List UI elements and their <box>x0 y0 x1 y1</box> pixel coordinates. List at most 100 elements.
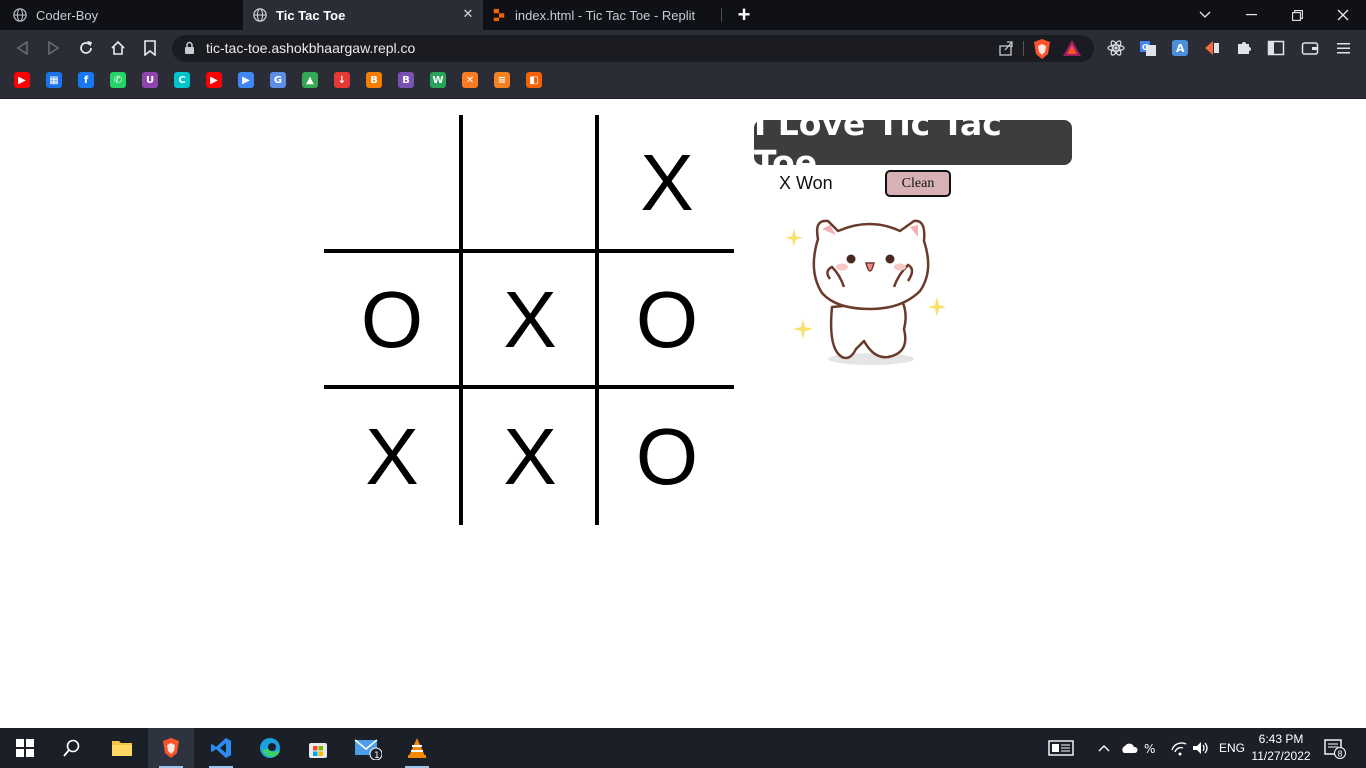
news-widget-button[interactable] <box>1048 728 1074 768</box>
brave-taskbar-button[interactable] <box>148 728 194 768</box>
board-cell[interactable]: X <box>324 389 460 525</box>
store-icon <box>309 743 327 758</box>
puzzle-icon <box>1238 42 1251 54</box>
brave-rewards-icon[interactable] <box>1062 39 1082 57</box>
replit-icon[interactable]: ◧ <box>526 72 542 88</box>
address-bar[interactable]: tic-tac-toe.ashokbhaargaw.repl.co <box>172 35 1094 62</box>
menu-button[interactable] <box>1335 39 1353 57</box>
grid-line <box>459 115 463 525</box>
minimize-button[interactable] <box>1228 0 1274 30</box>
bootstrap-icon[interactable]: B <box>398 72 414 88</box>
brave-icon <box>163 738 179 758</box>
board-cell[interactable]: O <box>599 252 735 388</box>
clock-date: 11/27/2022 <box>1251 749 1311 763</box>
forward-button[interactable] <box>45 39 63 57</box>
vlc-taskbar-button[interactable] <box>394 728 440 768</box>
store-taskbar-button[interactable] <box>295 728 341 768</box>
file-explorer-button[interactable] <box>99 728 145 768</box>
download-icon[interactable]: ↓ <box>334 72 350 88</box>
mail-badge: 1 <box>374 751 380 760</box>
svg-text:A: A <box>1176 42 1185 55</box>
clock[interactable]: 6:43 PM 11/27/2022 <box>1244 731 1318 765</box>
vscode-taskbar-button[interactable] <box>198 728 244 768</box>
react-icon <box>1107 40 1125 56</box>
bookmark-icon <box>144 40 156 56</box>
volume-button[interactable] <box>1192 728 1210 768</box>
board-cell[interactable]: X <box>462 389 598 525</box>
translate-icon[interactable]: G <box>270 72 286 88</box>
reload-button[interactable] <box>77 39 95 57</box>
u-app-icon[interactable]: U <box>142 72 158 88</box>
stackoverflow-icon[interactable]: ≡ <box>494 72 510 88</box>
board-cell[interactable] <box>324 115 460 251</box>
media-icon[interactable]: ▶ <box>238 72 254 88</box>
pdf-extension[interactable] <box>1203 39 1221 57</box>
input-indicator[interactable]: % <box>1144 728 1162 768</box>
sidebar-button[interactable] <box>1267 39 1285 57</box>
show-hidden-icons-button[interactable] <box>1098 728 1110 768</box>
tab-replit[interactable]: index.html - Tic Tac Toe - Replit <box>484 0 720 30</box>
notification-center-button[interactable]: 8 <box>1324 728 1346 768</box>
board-cell[interactable]: X <box>462 252 598 388</box>
url-text: tic-tac-toe.ashokbhaargaw.repl.co <box>206 40 416 56</box>
globe-icon <box>253 8 267 22</box>
xampp-icon[interactable]: ✕ <box>462 72 478 88</box>
start-button[interactable] <box>2 728 48 768</box>
tab-divider <box>721 8 722 22</box>
tab-search-button[interactable] <box>1182 0 1228 30</box>
sidebar-icon <box>1267 40 1285 56</box>
font-extension[interactable]: A <box>1171 39 1189 57</box>
w-app-icon[interactable]: W <box>430 72 446 88</box>
share-icon[interactable] <box>998 40 1014 56</box>
svg-text:G: G <box>1142 43 1149 52</box>
cat-sticker-illustration <box>784 219 946 365</box>
canva-icon[interactable]: C <box>174 72 190 88</box>
close-tab-icon[interactable]: ✕ <box>461 7 475 21</box>
clean-button[interactable]: Clean <box>885 170 951 197</box>
tab-coder-boy[interactable]: Coder-Boy <box>0 0 242 30</box>
react-devtools-extension[interactable] <box>1107 39 1125 57</box>
youtube-icon[interactable]: ▶ <box>206 72 222 88</box>
mail-taskbar-button[interactable]: 1 <box>345 728 391 768</box>
board-cell[interactable] <box>462 115 598 251</box>
language-indicator[interactable]: ENG <box>1219 728 1245 768</box>
close-window-button[interactable] <box>1320 0 1366 30</box>
board-cell[interactable]: O <box>324 252 460 388</box>
translate-icon: G <box>1140 41 1156 56</box>
onedrive-button[interactable] <box>1120 728 1138 768</box>
forward-arrow-icon <box>48 41 60 55</box>
blogger-icon[interactable]: B <box>366 72 382 88</box>
folder-icon <box>112 741 132 756</box>
tab-tic-tac-toe[interactable]: Tic Tac Toe ✕ <box>243 0 483 30</box>
wifi-button[interactable] <box>1170 728 1188 768</box>
restore-button[interactable] <box>1274 0 1320 30</box>
windows-taskbar: 1 % ENG 6:43 PM 11/27/2022 8 <box>0 728 1366 768</box>
extensions-button[interactable] <box>1235 39 1253 57</box>
brave-shields-icon[interactable] <box>1032 38 1052 60</box>
vscode-icon <box>211 738 231 758</box>
back-arrow-icon <box>16 41 28 55</box>
edge-taskbar-button[interactable] <box>247 728 293 768</box>
search-button[interactable] <box>49 728 95 768</box>
edge-icon <box>260 738 280 758</box>
facebook-icon[interactable]: f <box>78 72 94 88</box>
whatsapp-icon[interactable]: ✆ <box>110 72 126 88</box>
home-button[interactable] <box>109 39 127 57</box>
new-tab-button[interactable]: + <box>733 0 755 30</box>
translate-extension[interactable]: G <box>1139 39 1157 57</box>
tab-title: index.html - Tic Tac Toe - Replit <box>515 7 696 23</box>
calendar-icon[interactable]: ▦ <box>46 72 62 88</box>
back-button[interactable] <box>13 39 31 57</box>
wallet-button[interactable] <box>1301 39 1319 57</box>
search-icon <box>63 739 80 757</box>
bookmarks-bar: ▶ ▦ f ✆ U C ▶ ▶ G ▲ ↓ B B W ✕ ≡ ◧ <box>0 66 1366 99</box>
grid-line <box>324 249 734 253</box>
drive-icon[interactable]: ▲ <box>302 72 318 88</box>
address-divider <box>1023 41 1024 56</box>
tab-title: Coder-Boy <box>36 7 99 23</box>
page-content: X O X O X X O I Love Tic Tac Toe X Won C… <box>0 99 1366 728</box>
board-cell[interactable]: O <box>599 389 735 525</box>
youtube-icon[interactable]: ▶ <box>14 72 30 88</box>
board-cell[interactable]: X <box>599 115 735 251</box>
bookmark-button[interactable] <box>141 39 159 57</box>
